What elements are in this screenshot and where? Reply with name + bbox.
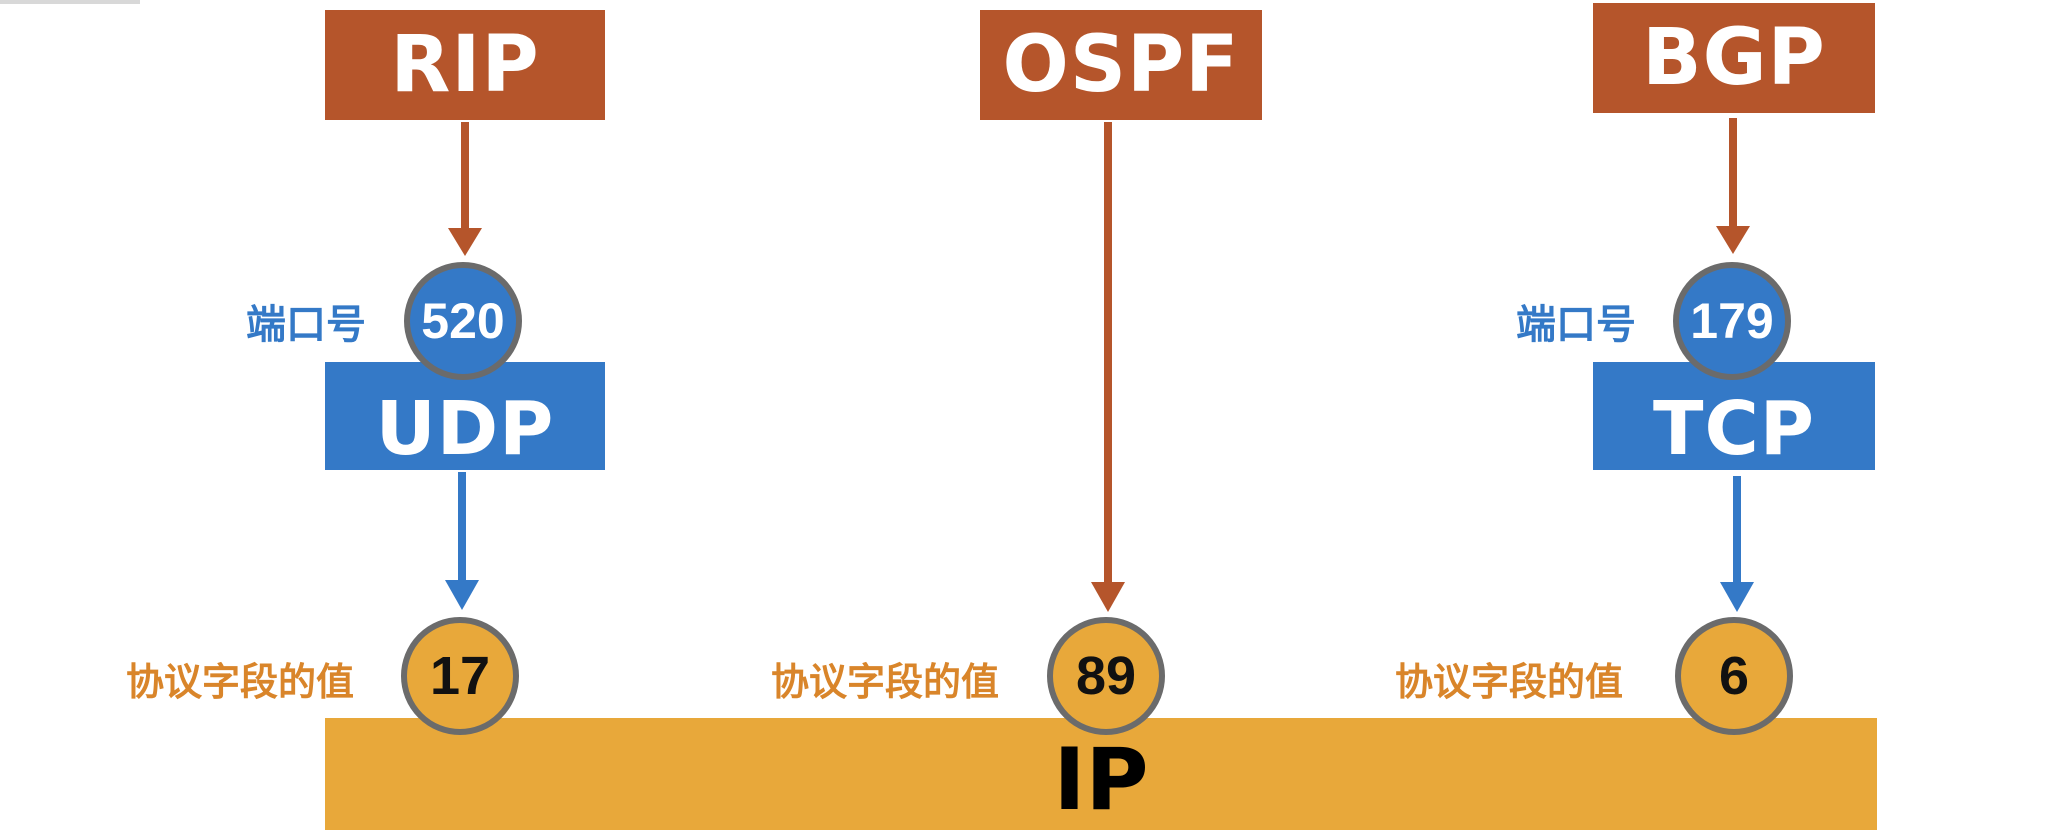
udp-protocol-field-label: 协议字段的值 <box>126 660 355 704</box>
rip-box: RIP <box>325 10 605 120</box>
arrow-udp-to-ip <box>445 472 479 610</box>
ospf-label: OSPF <box>1002 20 1240 110</box>
arrow-tcp-to-ip <box>1720 476 1754 612</box>
udp-port-circle: 520 <box>404 262 522 380</box>
udp-label: UDP <box>375 386 555 472</box>
udp-port-label: 端口号 <box>246 302 366 348</box>
rip-label: RIP <box>390 20 540 110</box>
arrow-rip-to-udp <box>448 122 482 256</box>
arrow-bgp-to-tcp <box>1716 118 1750 254</box>
tcp-protocol-field-value: 6 <box>1718 646 1750 706</box>
tcp-label: TCP <box>1652 386 1816 472</box>
ospf-protocol-field-circle: 89 <box>1047 617 1165 735</box>
bgp-box: BGP <box>1593 3 1875 113</box>
tcp-port-value: 179 <box>1690 293 1774 349</box>
arrow-ospf-to-ip <box>1091 122 1125 612</box>
bgp-label: BGP <box>1642 13 1826 103</box>
ospf-protocol-field-label: 协议字段的值 <box>771 660 1000 704</box>
udp-protocol-field-value: 17 <box>429 646 491 706</box>
tcp-protocol-field-label: 协议字段的值 <box>1395 660 1624 704</box>
ip-label: IP <box>1053 730 1149 830</box>
tcp-port-circle: 179 <box>1673 262 1791 380</box>
tcp-port-label: 端口号 <box>1516 302 1636 348</box>
udp-port-value: 520 <box>421 293 505 349</box>
tcp-protocol-field-circle: 6 <box>1675 617 1793 735</box>
ospf-box: OSPF <box>980 10 1262 120</box>
ospf-protocol-field-value: 89 <box>1075 646 1137 706</box>
udp-protocol-field-circle: 17 <box>401 617 519 735</box>
